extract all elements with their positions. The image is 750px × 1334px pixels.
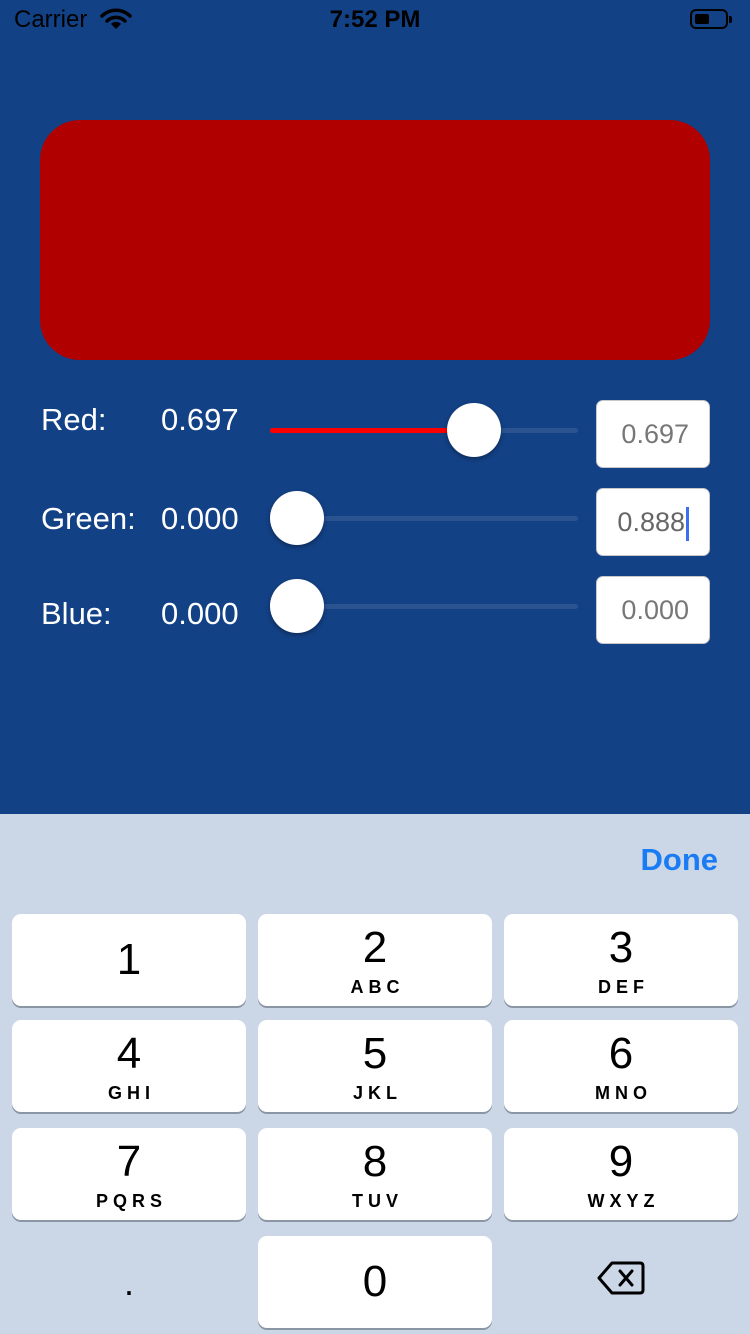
key-5-digit: 5 (362, 1029, 388, 1078)
red-field-text: 0.697 (621, 419, 689, 449)
key-8-digit: 8 (362, 1137, 388, 1186)
green-label: Green: (41, 501, 136, 536)
key-5-letters: JKL (352, 1083, 402, 1103)
blue-value-field[interactable]: 0.000 (596, 576, 710, 644)
key-1-digit: 1 (116, 935, 142, 984)
key-2-letters: ABC (350, 977, 405, 997)
green-value: 0.000 (161, 501, 239, 536)
green-slider-thumb[interactable] (270, 491, 324, 545)
slider-row-blue: Blue: 0.000 0.000 (0, 574, 750, 644)
key-8-letters: TUV (352, 1191, 403, 1211)
backspace-icon (504, 1260, 738, 1301)
done-button[interactable]: Done (641, 842, 719, 878)
key-1[interactable]: 1 (12, 914, 246, 1006)
blue-field-text: 0.000 (621, 595, 689, 625)
key-2[interactable]: 2 ABC (258, 914, 492, 1006)
red-slider-fill (270, 428, 475, 433)
color-preview-swatch (40, 120, 710, 360)
red-slider-track[interactable] (270, 428, 578, 433)
status-bar: Carrier 7:52 PM (0, 0, 750, 40)
key-6-letters: MNO (595, 1083, 652, 1103)
key-9[interactable]: 9 WXYZ (504, 1128, 738, 1220)
slider-row-red: Red: 0.697 0.697 (0, 398, 750, 468)
blue-slider-thumb[interactable] (270, 579, 324, 633)
text-cursor (686, 506, 689, 541)
key-3-letters: DEF (598, 977, 649, 997)
decimal-key[interactable]: . (12, 1236, 246, 1328)
key-4-letters: GHI (107, 1083, 155, 1103)
slider-row-green: Green: 0.000 0.888 (0, 486, 750, 556)
key-2-digit: 2 (362, 923, 388, 972)
red-slider-thumb[interactable] (447, 403, 502, 457)
key-7-digit: 7 (116, 1137, 142, 1186)
key-0-digit: 0 (362, 1257, 388, 1306)
delete-key[interactable] (504, 1236, 738, 1328)
key-8[interactable]: 8 TUV (258, 1128, 492, 1220)
blue-label: Blue: (41, 596, 112, 631)
key-4[interactable]: 4 GHI (12, 1020, 246, 1112)
red-value: 0.697 (161, 402, 239, 437)
key-6-digit: 6 (608, 1029, 634, 1078)
key-9-digit: 9 (608, 1137, 634, 1186)
key-7[interactable]: 7 PQRS (12, 1128, 246, 1220)
key-4-digit: 4 (116, 1029, 142, 1078)
keyboard-toolbar: Done (0, 814, 750, 902)
key-5[interactable]: 5 JKL (258, 1020, 492, 1112)
red-label: Red: (41, 402, 107, 437)
key-3-digit: 3 (608, 923, 634, 972)
green-value-field[interactable]: 0.888 (596, 488, 710, 556)
red-value-field[interactable]: 0.697 (596, 400, 710, 468)
battery-icon (690, 9, 732, 29)
decimal-key-label: . (123, 1262, 134, 1303)
key-7-letters: PQRS (95, 1191, 167, 1211)
blue-value: 0.000 (161, 596, 239, 631)
key-9-letters: WXYZ (587, 1191, 660, 1211)
status-time: 7:52 PM (329, 6, 421, 33)
green-field-text: 0.888 (617, 507, 685, 537)
key-6[interactable]: 6 MNO (504, 1020, 738, 1112)
key-3[interactable]: 3 DEF (504, 914, 738, 1006)
number-pad-keyboard: Done 1 2 ABC 3 DEF 4 GHI 5 JKL 6 MNO 7 P… (0, 814, 750, 1334)
key-0[interactable]: 0 (258, 1236, 492, 1328)
